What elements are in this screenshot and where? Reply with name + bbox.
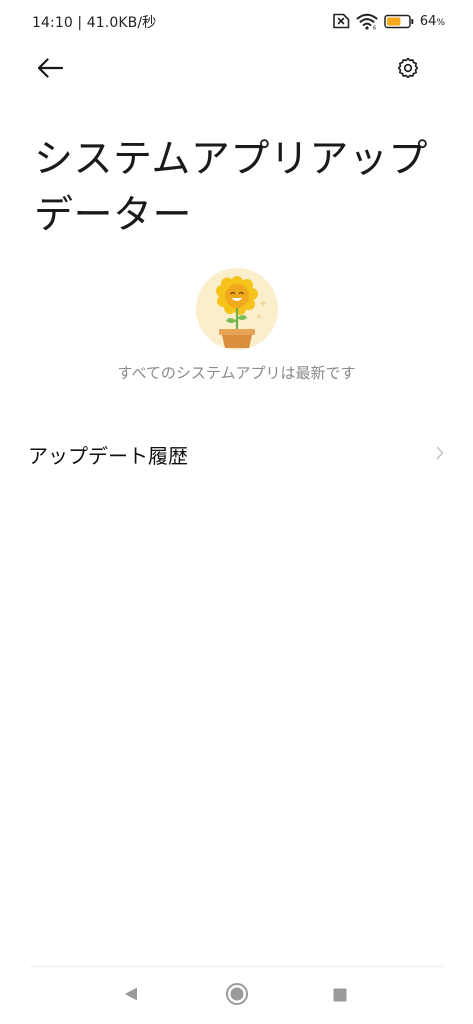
recents-square-icon (333, 987, 347, 1006)
home-circle-icon (225, 982, 249, 1010)
nav-recents-button[interactable] (325, 981, 355, 1011)
back-arrow-icon (36, 57, 64, 83)
battery-percent: 64% (419, 13, 445, 29)
update-history-row[interactable]: アップデート履歴 (0, 426, 473, 482)
sunflower-pot-icon (196, 268, 278, 350)
all-up-to-date-message: すべてのシステムアプリは最新です (117, 364, 356, 382)
update-history-label: アップデート履歴 (28, 444, 188, 468)
svg-text:6: 6 (373, 25, 376, 30)
battery-icon (384, 14, 414, 29)
settings-button[interactable] (388, 52, 428, 88)
back-triangle-icon (123, 986, 139, 1006)
status-bar: 14:10 | 41.0KB/秒 6 64% (0, 0, 473, 42)
wifi-icon: 6 (356, 13, 378, 30)
gear-icon (397, 57, 419, 83)
nav-home-button[interactable] (222, 981, 252, 1011)
status-time-speed: 14:10 | 41.0KB/秒 (32, 15, 157, 31)
nav-back-button[interactable] (116, 981, 146, 1011)
navigation-bar (0, 967, 473, 1024)
page-title: システムアプリアップデーター (34, 137, 428, 239)
chevron-right-icon (436, 445, 444, 464)
status-icons: 6 64% (330, 10, 445, 32)
sim-off-icon (330, 13, 350, 29)
back-button[interactable] (30, 52, 70, 88)
